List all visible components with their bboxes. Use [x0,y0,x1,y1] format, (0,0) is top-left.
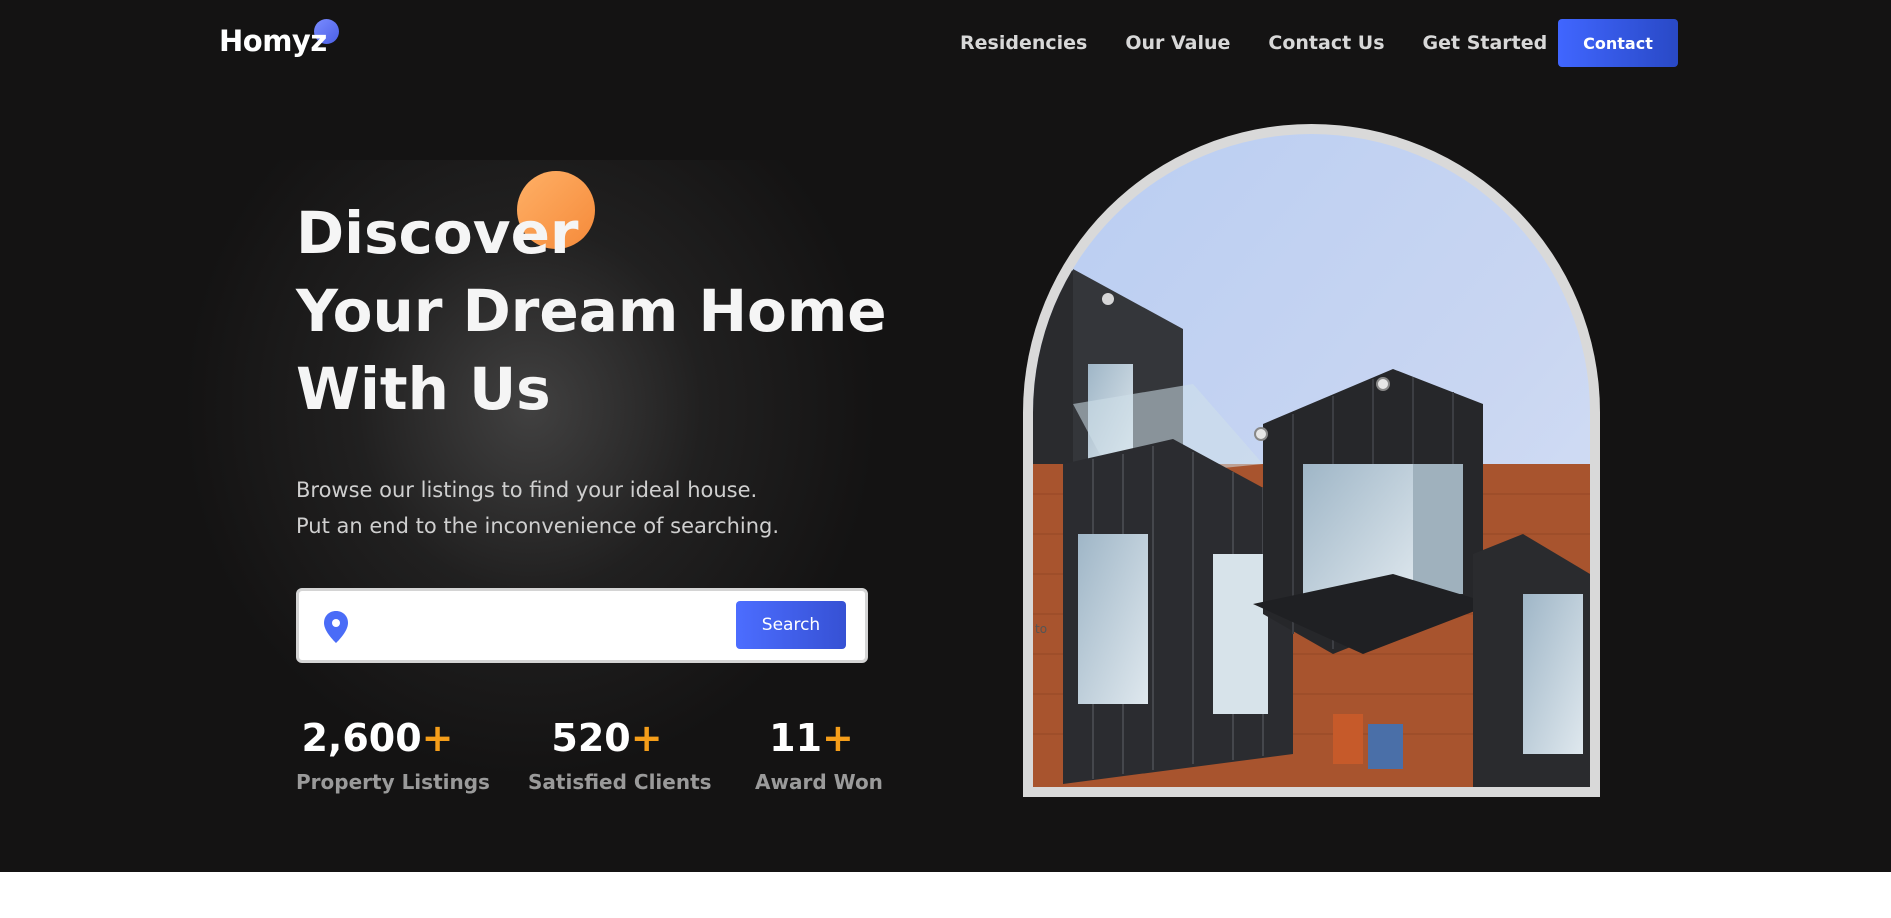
hero-title: Discover Your Dream Home With Us [296,194,916,428]
stat-value: 11+ [769,716,854,760]
stat-satisfied-clients: 520+ Satisfied Clients [528,712,712,800]
hero-description: Browse our listings to find your ideal h… [296,472,779,544]
stat-label: Property Listings [296,770,490,794]
stat-label: Award Won [755,770,883,794]
logo[interactable]: Homyz [219,24,327,58]
nav-link-contact-us[interactable]: Contact Us [1268,32,1384,54]
stat-property-listings: 2,600+ Property Listings [296,712,490,800]
image-alt-text: to [1035,622,1048,636]
hero-title-line: Discover [296,199,579,267]
search-button[interactable]: Search [736,601,846,649]
stat-value: 520+ [551,716,663,760]
hero-description-line: Put an end to the inconvenience of searc… [296,514,780,538]
hero-image-frame [1023,124,1600,797]
hero-title-line: Your Dream Home [296,277,887,345]
nav-link-get-started[interactable]: Get Started [1423,32,1548,54]
hero-description-line: Browse our listings to find your ideal h… [296,478,758,502]
hero-image [1033,134,1590,787]
main-nav: Residencies Our Value Contact Us Get Sta… [960,19,1585,67]
stat-label: Satisfied Clients [528,770,712,794]
contact-button[interactable]: Contact [1558,19,1678,67]
hero-section: Homyz Residencies Our Value Contact Us G… [0,0,1891,872]
next-section [0,872,1891,918]
stat-value: 2,600+ [301,716,454,760]
stat-award-won: 11+ Award Won [755,712,883,800]
location-pin-icon [324,611,348,643]
hero-title-line: With Us [296,355,551,423]
search-bar: Search [296,588,868,663]
nav-link-residencies[interactable]: Residencies [960,32,1087,54]
nav-link-our-value[interactable]: Our Value [1125,32,1230,54]
search-input[interactable] [365,605,725,647]
